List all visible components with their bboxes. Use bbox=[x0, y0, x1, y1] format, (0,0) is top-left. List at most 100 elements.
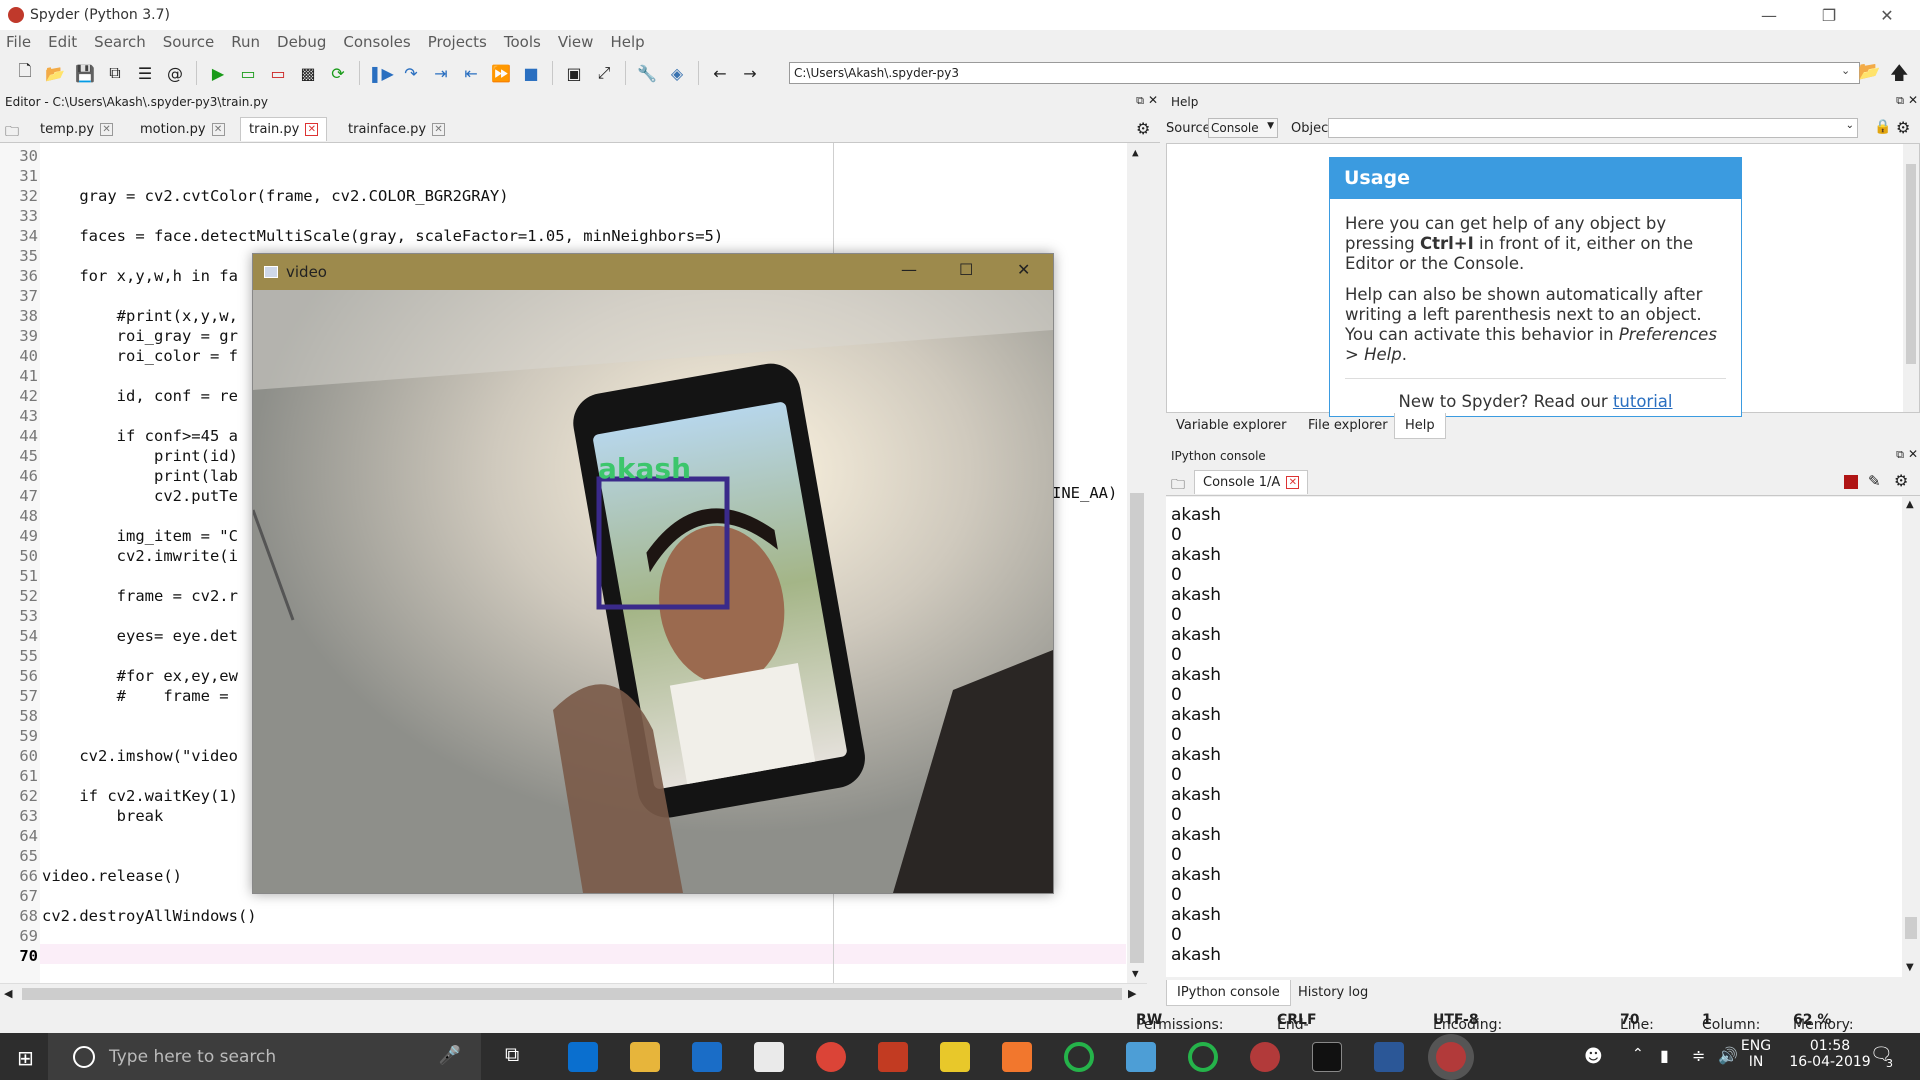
tab-temp[interactable]: temp.py ✕ bbox=[32, 117, 121, 141]
spyder-icon[interactable] bbox=[1436, 1042, 1466, 1072]
stop-kernel-icon[interactable] bbox=[1844, 475, 1858, 489]
windows-start-icon[interactable]: ⊞ bbox=[17, 1046, 34, 1070]
restore-button[interactable]: ❐ bbox=[1806, 0, 1852, 30]
outline-icon[interactable]: ☰ bbox=[134, 62, 156, 84]
chevron-down-icon[interactable]: ⌄ bbox=[1841, 64, 1850, 77]
browse-tabs-icon[interactable]: 🗀 bbox=[5, 121, 19, 145]
object-input[interactable]: ⌄ bbox=[1328, 118, 1858, 138]
tab-trainface[interactable]: trainface.py ✕ bbox=[340, 117, 453, 141]
file-explorer-icon[interactable] bbox=[630, 1042, 660, 1072]
run-cell-icon[interactable]: ▭ bbox=[237, 62, 259, 84]
scroll-left-icon[interactable]: ◀ bbox=[4, 987, 12, 1000]
close-button[interactable]: ✕ bbox=[1864, 0, 1910, 30]
tab-variable-explorer[interactable]: Variable explorer bbox=[1166, 413, 1296, 439]
back-arrow-icon[interactable]: ← bbox=[709, 62, 731, 84]
maximize-button[interactable]: ☐ bbox=[959, 260, 973, 279]
fullscreen-icon[interactable]: ⤢ bbox=[593, 62, 615, 84]
taskbar-search[interactable]: Type here to search 🎤 bbox=[48, 1033, 481, 1080]
debug-icon[interactable]: ❚▶ bbox=[368, 62, 394, 84]
rerun-icon[interactable]: ⟳ bbox=[327, 62, 349, 84]
close-tab-icon[interactable]: ✕ bbox=[211, 122, 225, 136]
close-tab-icon[interactable]: ✕ bbox=[432, 122, 446, 136]
at-icon[interactable]: @ bbox=[164, 62, 186, 84]
close-tab-icon[interactable]: ✕ bbox=[100, 122, 114, 136]
app-icon[interactable] bbox=[1126, 1042, 1156, 1072]
video-titlebar[interactable]: video — ☐ ✕ bbox=[253, 254, 1053, 290]
tab-motion[interactable]: motion.py ✕ bbox=[132, 117, 233, 141]
menu-projects[interactable]: Projects bbox=[428, 33, 487, 51]
undock-icon[interactable]: ⧉ bbox=[1896, 94, 1904, 108]
menu-consoles[interactable]: Consoles bbox=[343, 33, 410, 51]
editor-vertical-scrollbar[interactable]: ▲ ▼ bbox=[1127, 143, 1147, 983]
mail-icon[interactable] bbox=[754, 1042, 784, 1072]
scroll-right-icon[interactable]: ▶ bbox=[1128, 987, 1136, 1000]
menu-debug[interactable]: Debug bbox=[277, 33, 326, 51]
working-directory-input[interactable]: C:\Users\Akash\.spyder-py3 bbox=[789, 62, 1860, 84]
people-icon[interactable]: ☻ bbox=[1584, 1046, 1603, 1067]
menu-search[interactable]: Search bbox=[94, 33, 146, 51]
maximize-pane-icon[interactable]: ▣ bbox=[563, 62, 585, 84]
battery-icon[interactable]: ▮ bbox=[1660, 1046, 1669, 1065]
language-indicator[interactable]: ENG IN bbox=[1736, 1038, 1776, 1070]
console-options-gear-icon[interactable]: ⚙ bbox=[1894, 471, 1908, 490]
source-select[interactable]: Console ▼ bbox=[1208, 118, 1278, 138]
tab-file-explorer[interactable]: File explorer bbox=[1298, 413, 1398, 439]
chrome-icon[interactable] bbox=[816, 1042, 846, 1072]
undock-icon[interactable]: ⧉ bbox=[1896, 448, 1904, 462]
run-selection-icon[interactable]: ▩ bbox=[297, 62, 319, 84]
spyder-icon[interactable] bbox=[1250, 1042, 1280, 1072]
open-file-icon[interactable]: 📂 bbox=[44, 62, 66, 84]
browse-folder-icon[interactable]: 📂 bbox=[1858, 61, 1880, 82]
minimize-button[interactable]: — bbox=[901, 260, 917, 279]
app-icon[interactable] bbox=[878, 1042, 908, 1072]
store-icon[interactable] bbox=[692, 1042, 722, 1072]
run-cell-advance-icon[interactable]: ▭ bbox=[267, 62, 289, 84]
step-into-icon[interactable]: ⇥ bbox=[430, 62, 452, 84]
close-pane-icon[interactable]: ✕ bbox=[1908, 447, 1918, 461]
menu-run[interactable]: Run bbox=[231, 33, 260, 51]
menu-source[interactable]: Source bbox=[163, 33, 215, 51]
tab-ipython-console[interactable]: IPython console bbox=[1166, 980, 1291, 1006]
task-view-icon[interactable]: ⧉ bbox=[505, 1042, 535, 1072]
editor-options-gear-icon[interactable]: ⚙ bbox=[1136, 119, 1150, 138]
help-options-gear-icon[interactable]: ⚙ bbox=[1896, 118, 1910, 137]
tutorial-link[interactable]: tutorial bbox=[1613, 392, 1673, 411]
scroll-thumb[interactable] bbox=[1905, 917, 1917, 939]
tab-console-1a[interactable]: Console 1/A ✕ bbox=[1194, 470, 1309, 494]
scroll-down-icon[interactable]: ▼ bbox=[1132, 967, 1139, 980]
word-icon[interactable] bbox=[1374, 1042, 1404, 1072]
lock-icon[interactable]: 🔒 bbox=[1874, 119, 1891, 135]
preferences-wrench-icon[interactable]: 🔧 bbox=[636, 62, 658, 84]
menu-view[interactable]: View bbox=[558, 33, 594, 51]
menu-tools[interactable]: Tools bbox=[504, 33, 541, 51]
video-window[interactable]: video — ☐ ✕ akash bbox=[252, 253, 1054, 894]
step-icon[interactable]: ↷ bbox=[400, 62, 422, 84]
forward-arrow-icon[interactable]: → bbox=[739, 62, 761, 84]
menu-file[interactable]: File bbox=[6, 33, 31, 51]
close-tab-icon[interactable]: ✕ bbox=[1286, 476, 1300, 489]
close-pane-icon[interactable]: ✕ bbox=[1148, 93, 1158, 107]
help-scrollbar[interactable] bbox=[1903, 144, 1919, 412]
clock[interactable]: 01:58 16-04-2019 bbox=[1780, 1038, 1880, 1070]
scroll-thumb[interactable] bbox=[1130, 493, 1144, 963]
player-icon[interactable] bbox=[940, 1042, 970, 1072]
editor-horizontal-scrollbar[interactable]: ◀ ▶ bbox=[0, 983, 1147, 1005]
tab-history-log[interactable]: History log bbox=[1288, 980, 1378, 1006]
ipython-console[interactable]: akash 0 akash 0 akash 0 akash 0 akash 0 akash 0 akas… bbox=[1166, 497, 1920, 977]
new-file-icon[interactable]: 🗋 bbox=[14, 61, 36, 84]
continue-icon[interactable]: ⏩ bbox=[490, 62, 512, 84]
scroll-up-icon[interactable]: ▲ bbox=[1132, 146, 1139, 159]
hscroll-thumb[interactable] bbox=[22, 988, 1122, 1000]
sublime-icon[interactable] bbox=[1002, 1042, 1032, 1072]
volume-icon[interactable]: 🔊 bbox=[1718, 1046, 1738, 1065]
anaconda-icon[interactable] bbox=[1188, 1042, 1218, 1072]
wifi-icon[interactable]: ≑ bbox=[1692, 1046, 1705, 1065]
python-path-icon[interactable]: ◈ bbox=[666, 62, 688, 84]
close-tab-icon[interactable]: ✕ bbox=[305, 123, 319, 136]
run-icon[interactable]: ▶ bbox=[207, 62, 229, 84]
tab-train[interactable]: train.py ✕ bbox=[240, 117, 328, 141]
close-pane-icon[interactable]: ✕ bbox=[1908, 93, 1918, 107]
browse-tabs-icon[interactable]: 🗀 bbox=[1171, 474, 1185, 498]
stop-debug-icon[interactable]: ■ bbox=[520, 62, 542, 84]
terminal-icon[interactable] bbox=[1312, 1042, 1342, 1072]
